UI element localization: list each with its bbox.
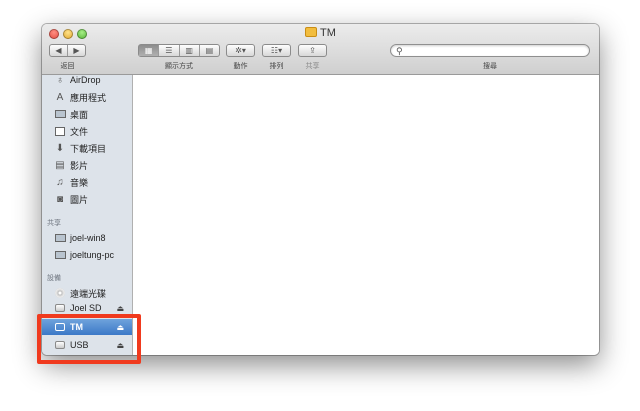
- back-label: 返回: [60, 63, 75, 70]
- music-icon: ♫: [56, 176, 64, 188]
- sidebar-item-label: 圖片: [70, 194, 89, 205]
- sidebar-item-downloads[interactable]: ⬇ 下載項目: [42, 140, 132, 156]
- view-mode-control[interactable]: ▦ ☰ ▥ ▤: [138, 44, 220, 57]
- titlebar: TM ◀ ▶ 返回 ▦ ☰ ▥ ▤ 顯示方式 ✲▾ 動作 ☷▾ 排列 ⇪ 共享: [42, 24, 599, 75]
- action-button[interactable]: ✲▾: [226, 44, 255, 57]
- sidebar-item-pictures[interactable]: ◙ 圖片: [42, 191, 132, 207]
- back-arrow-icon[interactable]: ◀: [50, 45, 67, 56]
- sidebar-item-label: joeltung-pc: [70, 250, 115, 260]
- search-input[interactable]: ⚲: [390, 44, 590, 57]
- search-icon: ⚲: [396, 46, 403, 56]
- desktop-icon: [54, 109, 66, 120]
- sidebar-item-label: 影片: [70, 160, 89, 171]
- applications-icon: A: [56, 91, 64, 103]
- action-label: 動作: [233, 63, 248, 70]
- devices-section-header: 設備: [47, 275, 61, 282]
- icon-view-icon[interactable]: ▦: [139, 45, 159, 56]
- sidebar-item-label: 文件: [70, 126, 89, 137]
- airdrop-icon: ♁: [56, 75, 64, 86]
- sidebar-item-documents[interactable]: 文件: [42, 123, 132, 139]
- column-view-icon[interactable]: ▥: [178, 45, 199, 56]
- sidebar-item-label: joel-win8: [70, 233, 106, 243]
- sd-card-icon: [54, 303, 66, 314]
- back-forward-control[interactable]: ◀ ▶: [49, 44, 86, 57]
- share-label: 共享: [305, 63, 320, 70]
- window-title-text: TM: [320, 27, 336, 39]
- sidebar-item-movies[interactable]: ▤ 影片: [42, 157, 132, 173]
- sidebar-item-label: 音樂: [70, 177, 89, 188]
- annotation-highlight-box: [37, 314, 141, 364]
- share-button[interactable]: ⇪: [298, 44, 327, 57]
- window-title: TM: [42, 27, 599, 39]
- gear-icon: ✲▾: [235, 46, 246, 55]
- shared-section-header: 共享: [47, 220, 61, 227]
- sidebar-item-airdrop[interactable]: ♁ AirDrop: [42, 75, 132, 88]
- sidebar-item-label: 下載項目: [70, 143, 107, 154]
- folder-icon: [305, 27, 318, 37]
- view-label: 顯示方式: [165, 63, 193, 70]
- sidebar-item-joel-win8[interactable]: joel-win8: [42, 230, 132, 246]
- coverflow-view-icon[interactable]: ▤: [198, 45, 219, 56]
- sidebar-item-label: Joel SD: [70, 303, 102, 313]
- movies-icon: ▤: [55, 159, 65, 171]
- arrange-label: 排列: [269, 63, 284, 70]
- computer-icon: [54, 233, 66, 244]
- arrange-button[interactable]: ☷▾: [262, 44, 291, 57]
- sidebar-item-label: 應用程式: [70, 92, 107, 103]
- arrange-icon: ☷▾: [270, 46, 283, 55]
- computer-icon: [54, 250, 66, 261]
- pictures-icon: ◙: [56, 193, 64, 205]
- search-label: 搜尋: [483, 63, 497, 70]
- sidebar-item-joeltung-pc[interactable]: joeltung-pc: [42, 247, 132, 263]
- sidebar-item-music[interactable]: ♫ 音樂: [42, 174, 132, 190]
- sidebar-item-applications[interactable]: A 應用程式: [42, 89, 132, 105]
- list-view-icon[interactable]: ☰: [158, 45, 178, 56]
- sidebar-item-label: 遠端光碟: [70, 288, 107, 299]
- sidebar-item-label: 桌面: [70, 109, 89, 120]
- finder-window: TM ◀ ▶ 返回 ▦ ☰ ▥ ▤ 顯示方式 ✲▾ 動作 ☷▾ 排列 ⇪ 共享: [42, 24, 599, 355]
- sidebar-item-remote-disc[interactable]: 遠端光碟: [42, 285, 132, 301]
- sidebar-item-desktop[interactable]: 桌面: [42, 106, 132, 122]
- sidebar-item-label: AirDrop: [70, 75, 101, 85]
- share-icon: ⇪: [309, 46, 316, 55]
- eject-icon[interactable]: ⏏: [116, 304, 124, 313]
- remote-disc-icon: [54, 288, 66, 299]
- forward-arrow-icon[interactable]: ▶: [67, 45, 85, 56]
- file-content-area[interactable]: [133, 75, 599, 355]
- documents-icon: [54, 126, 66, 137]
- downloads-icon: ⬇: [55, 142, 65, 154]
- sidebar-item-joel-sd[interactable]: Joel SD ⏏: [42, 302, 132, 314]
- sidebar: ♁ AirDrop A 應用程式 桌面 文件 ⬇ 下載項目 ▤ 影片 ♫ 音樂 …: [42, 75, 133, 355]
